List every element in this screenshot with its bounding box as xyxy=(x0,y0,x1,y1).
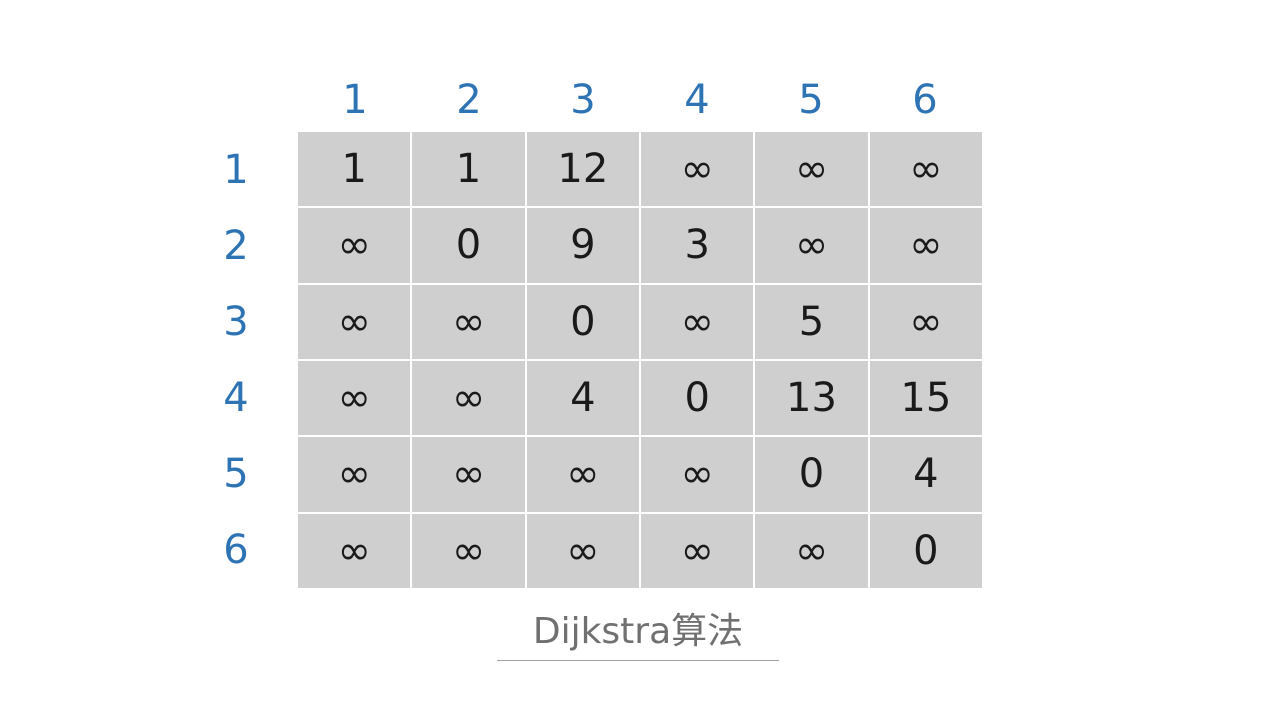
matrix-cell: ∞ xyxy=(298,513,411,588)
matrix-cell: 0 xyxy=(641,361,754,436)
row-header: 6 xyxy=(223,527,249,573)
matrix-cell: 0 xyxy=(412,208,525,283)
matrix-cell: ∞ xyxy=(641,132,754,207)
matrix-cell: ∞ xyxy=(869,284,982,359)
matrix-cell: ∞ xyxy=(412,437,525,512)
caption-underline xyxy=(497,660,779,661)
matrix-cell: 0 xyxy=(755,437,868,512)
matrix-cell: 1 xyxy=(298,132,411,207)
matrix-cell: 3 xyxy=(641,208,754,283)
row-header: 4 xyxy=(223,375,249,421)
column-header: 6 xyxy=(912,77,938,123)
column-header: 2 xyxy=(456,77,482,123)
matrix-cell: ∞ xyxy=(412,361,525,436)
column-header: 1 xyxy=(342,77,368,123)
matrix-cell: ∞ xyxy=(755,132,868,207)
matrix-cell: ∞ xyxy=(412,284,525,359)
matrix-cell: 15 xyxy=(869,361,982,436)
matrix-cell: ∞ xyxy=(641,284,754,359)
matrix-cell: ∞ xyxy=(869,208,982,283)
matrix-cell: ∞ xyxy=(298,437,411,512)
row-header: 1 xyxy=(223,147,249,193)
row-header: 2 xyxy=(223,223,249,269)
matrix-cell: 9 xyxy=(526,208,639,283)
column-header: 3 xyxy=(570,77,596,123)
matrix-cell: 1 xyxy=(412,132,525,207)
column-header: 5 xyxy=(798,77,824,123)
matrix-cell: ∞ xyxy=(298,284,411,359)
matrix-cell: ∞ xyxy=(755,208,868,283)
matrix-cell: ∞ xyxy=(412,513,525,588)
matrix-cell: 12 xyxy=(526,132,639,207)
matrix-cell: 4 xyxy=(526,361,639,436)
matrix-cell: ∞ xyxy=(526,513,639,588)
matrix-cell: ∞ xyxy=(298,361,411,436)
column-header: 4 xyxy=(684,77,710,123)
matrix-cell: ∞ xyxy=(755,513,868,588)
matrix-cell: 5 xyxy=(755,284,868,359)
matrix-cell: ∞ xyxy=(641,437,754,512)
matrix-cell: 0 xyxy=(869,513,982,588)
adjacency-matrix: 1 1 12 ∞ ∞ ∞ ∞ 0 9 3 ∞ ∞ ∞ ∞ 0 ∞ 5 ∞ ∞ ∞… xyxy=(298,132,982,588)
row-header: 3 xyxy=(223,299,249,345)
caption-title: Dijkstra算法 xyxy=(532,611,744,652)
matrix-cell: ∞ xyxy=(641,513,754,588)
column-headers: 1 2 3 4 5 6 xyxy=(298,72,982,128)
matrix-cell: 4 xyxy=(869,437,982,512)
row-header: 5 xyxy=(223,451,249,497)
matrix-cell: 13 xyxy=(755,361,868,436)
matrix-cell: ∞ xyxy=(298,208,411,283)
row-headers: 1 2 3 4 5 6 xyxy=(196,132,276,588)
matrix-cell: ∞ xyxy=(869,132,982,207)
matrix-cell: 0 xyxy=(526,284,639,359)
matrix-cell: ∞ xyxy=(526,437,639,512)
